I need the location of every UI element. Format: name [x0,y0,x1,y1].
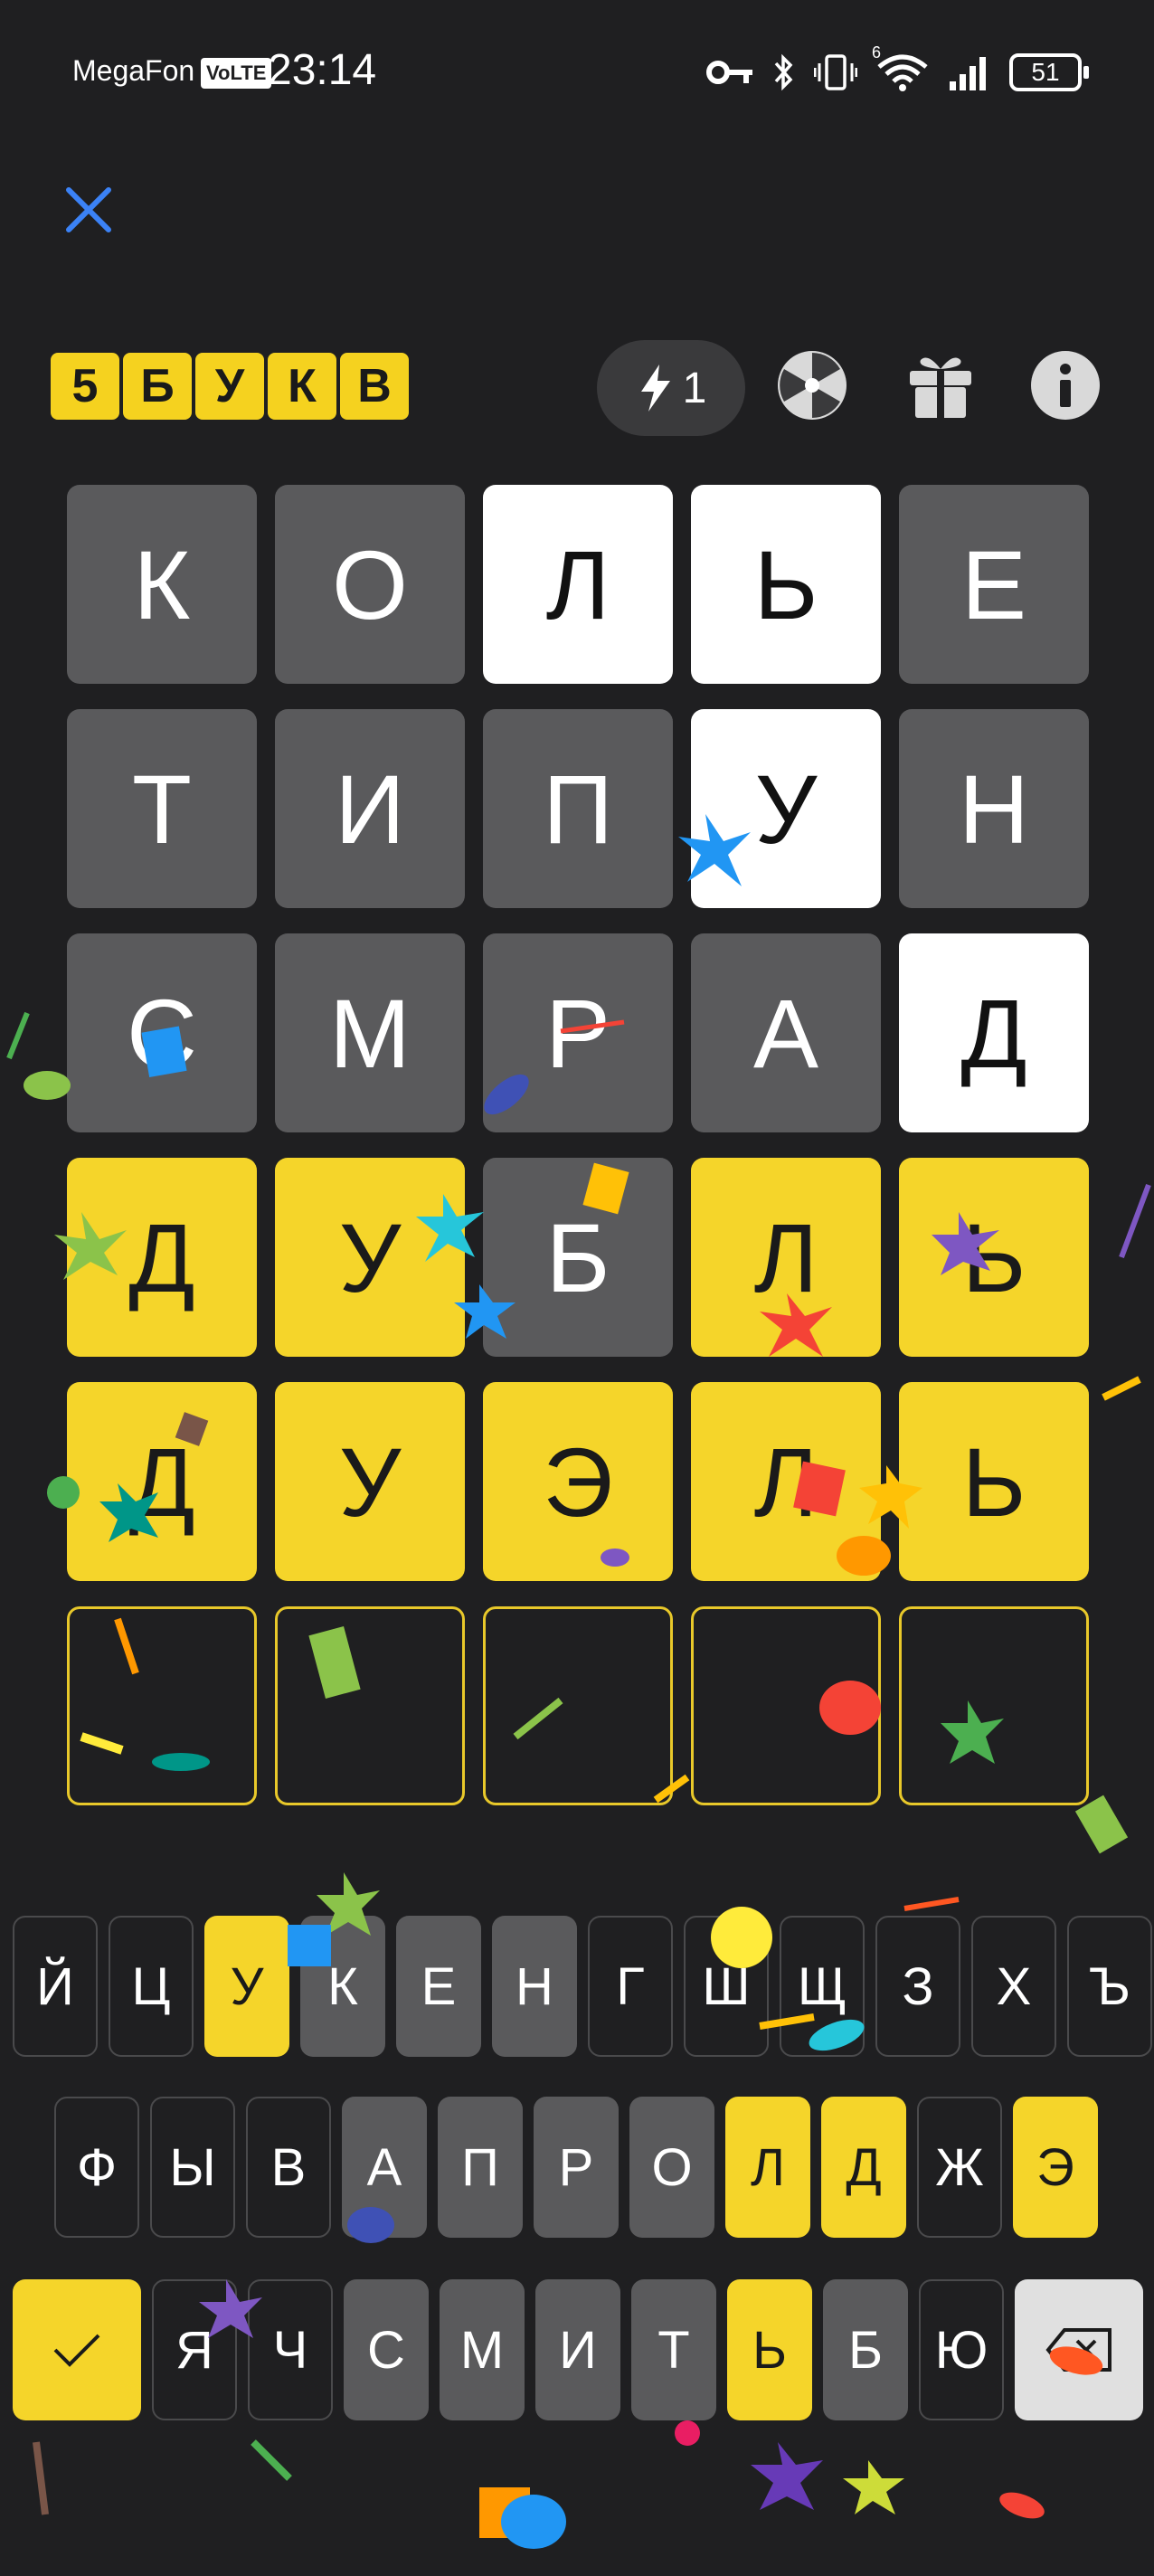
key[interactable]: Ъ [1067,1916,1152,2057]
key-icon [706,61,752,84]
carrier-name: MegaFon [72,54,195,87]
badge-letter: Б [123,353,192,420]
gift-icon[interactable] [903,347,979,423]
empty-tile [483,1606,673,1805]
letter-tile: Л [691,1382,881,1581]
wheel-icon[interactable] [774,347,850,423]
key[interactable]: Б [823,2279,908,2420]
key[interactable]: Ц [109,1916,194,2057]
key[interactable]: К [300,1916,385,2057]
key[interactable]: Р [534,2097,619,2238]
key[interactable]: У [204,1916,289,2057]
checkmark-icon [53,2334,100,2367]
letter-tile: А [691,933,881,1132]
letter-tile: Б [483,1158,673,1357]
wifi-icon: 6 [872,43,930,92]
badge-letter: 5 [51,353,119,420]
key[interactable]: Л [725,2097,810,2238]
status-icons: 6 51 [705,43,1089,98]
battery-indicator: 51 [1009,53,1089,91]
letter-tile: Д [899,933,1089,1132]
status-time: 23:14 [268,46,377,94]
letter-tile: Д [67,1158,257,1357]
signal-icon [950,57,986,90]
key[interactable]: О [629,2097,714,2238]
key[interactable]: И [535,2279,620,2420]
key[interactable]: В [246,2097,331,2238]
letter-tile: П [483,709,673,908]
backspace-icon [1045,2328,1111,2372]
letter-tile: Д [67,1382,257,1581]
keyboard-row-3: ЯЧСМИТЬБЮ [13,2279,1143,2420]
vibrate-icon [814,54,857,90]
letter-tile: К [67,485,257,684]
key[interactable]: А [342,2097,427,2238]
letter-tile: С [67,933,257,1132]
network-type-label: 6 [872,43,882,62]
key[interactable]: Д [821,2097,906,2238]
letter-tile: У [691,709,881,908]
key[interactable]: П [438,2097,523,2238]
letter-tile: Т [67,709,257,908]
letter-tile: И [275,709,465,908]
key[interactable]: Э [1013,2097,1098,2238]
hint-button[interactable]: 1 [597,340,745,436]
letter-tile: М [275,933,465,1132]
letter-tile: Л [483,485,673,684]
key[interactable]: Х [971,1916,1056,2057]
key[interactable]: Г [588,1916,673,2057]
empty-tile [691,1606,881,1805]
letter-tile: Э [483,1382,673,1581]
badge-letter: У [195,353,264,420]
key[interactable]: Ч [248,2279,333,2420]
volte-badge: VoLTE [201,58,272,89]
badge-letter: К [268,353,336,420]
key[interactable]: Я [152,2279,237,2420]
letter-tile: Н [899,709,1089,908]
enter-key[interactable] [13,2279,141,2420]
key[interactable]: Ф [54,2097,139,2238]
key[interactable]: Т [631,2279,716,2420]
key[interactable]: Щ [780,1916,865,2057]
letter-tile: У [275,1158,465,1357]
letter-tile: Ь [899,1158,1089,1357]
letter-tile: Е [899,485,1089,684]
key[interactable]: М [440,2279,525,2420]
key[interactable]: Ы [150,2097,235,2238]
letter-tile: Р [483,933,673,1132]
key[interactable]: Е [396,1916,481,2057]
key[interactable]: Й [13,1916,98,2057]
bluetooth-icon [774,53,793,91]
hint-count: 1 [682,364,707,412]
key[interactable]: Ь [727,2279,812,2420]
key[interactable]: З [875,1916,960,2057]
empty-tile [899,1606,1089,1805]
letter-tile: Л [691,1158,881,1357]
key[interactable]: Ш [684,1916,769,2057]
close-icon[interactable] [60,181,118,239]
badge-letter: В [340,353,409,420]
letter-tile: Ь [691,485,881,684]
key[interactable]: С [344,2279,429,2420]
key[interactable]: Ж [917,2097,1002,2238]
keyboard-row-2: ФЫВАПРОЛДЖЭ [54,2097,1098,2238]
letter-tile: Ь [899,1382,1089,1581]
empty-tile [67,1606,257,1805]
letter-tile: О [275,485,465,684]
key[interactable]: Н [492,1916,577,2057]
battery-level: 51 [1031,58,1060,86]
lightning-icon [640,365,670,412]
empty-tile [275,1606,465,1805]
backspace-key[interactable] [1015,2279,1143,2420]
key[interactable]: Ю [919,2279,1004,2420]
info-icon[interactable] [1027,347,1103,423]
guess-board: КОЛЬЕТИПУНСМРАДДУБЛЬДУЭЛЬ [67,485,1089,1805]
status-bar: MegaFon VoLTE 23:14 6 51 [0,0,1154,145]
keyboard-row-1: ЙЦУКЕНГШЩЗХЪ [13,1916,1152,2057]
letter-tile: У [275,1382,465,1581]
word-length-badge: 5 Б У К В [51,353,409,420]
